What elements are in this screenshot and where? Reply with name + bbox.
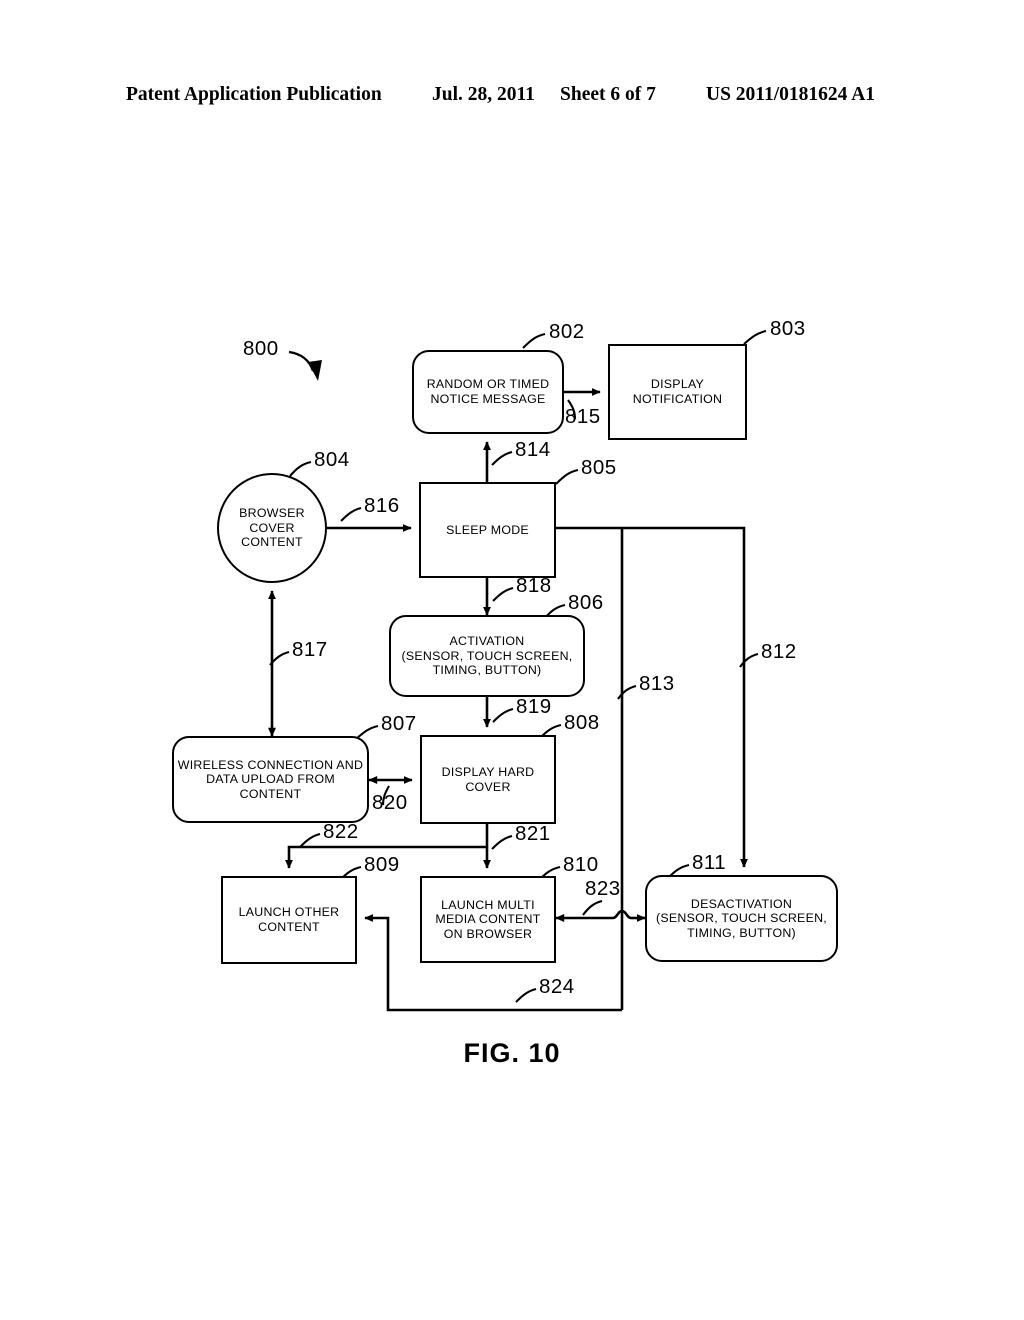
node-sleep-mode[interactable]: SLEEP MODE <box>419 482 556 578</box>
lead-line-805 <box>555 468 579 485</box>
ref-817: 817 <box>292 638 328 661</box>
lead-line-822 <box>299 832 321 848</box>
ref-824: 824 <box>539 975 575 998</box>
node-label: DESACTIVATION (SENSOR, TOUCH SCREEN, TIM… <box>656 896 827 940</box>
ref-803: 803 <box>770 317 806 340</box>
node-launch-multi-media-content-on-browser[interactable]: LAUNCH MULTI MEDIA CONTENT ON BROWSER <box>420 876 556 963</box>
figure-caption: FIG. 10 <box>463 1038 561 1068</box>
node-label: DISPLAY HARD COVER <box>441 764 535 794</box>
node-label: RANDOM OR TIMED NOTICE MESSAGE <box>426 377 550 406</box>
lead-line-819 <box>492 707 514 723</box>
node-label: SLEEP MODE <box>446 522 529 537</box>
ref-811: 811 <box>692 851 727 874</box>
ref-807: 807 <box>381 712 417 735</box>
ref-821: 821 <box>515 822 551 845</box>
ref-822: 822 <box>323 820 359 843</box>
node-activation[interactable]: ACTIVATION (SENSOR, TOUCH SCREEN, TIMING… <box>389 615 585 697</box>
lead-line-802 <box>522 332 546 349</box>
ref-813: 813 <box>639 672 675 695</box>
ref-810: 810 <box>563 853 599 876</box>
lead-line-803 <box>743 329 767 345</box>
ref-814: 814 <box>515 438 551 461</box>
node-wireless-connection-data-upload[interactable]: WIRELESS CONNECTION AND DATA UPLOAD FROM… <box>172 736 369 823</box>
ref-816: 816 <box>364 494 400 517</box>
arrowhead-800 <box>308 360 322 381</box>
node-random-or-timed-notice-message[interactable]: RANDOM OR TIMED NOTICE MESSAGE <box>412 350 564 434</box>
ref-812: 812 <box>761 640 797 663</box>
lead-line-823 <box>582 899 603 916</box>
ref-818: 818 <box>516 574 552 597</box>
node-label: BROWSER COVER CONTENT <box>239 506 305 550</box>
node-launch-other-content[interactable]: LAUNCH OTHER CONTENT <box>221 876 357 964</box>
ref-823: 823 <box>585 877 621 900</box>
node-label: DISPLAY NOTIFICATION <box>632 377 723 406</box>
lead-line-800 <box>288 350 315 372</box>
ref-819: 819 <box>516 695 552 718</box>
ref-804: 804 <box>314 448 350 471</box>
node-label: LAUNCH MULTI MEDIA CONTENT ON BROWSER <box>435 897 541 941</box>
ref-820: 820 <box>372 791 408 814</box>
node-browser-cover-content[interactable]: BROWSER COVER CONTENT <box>217 473 327 583</box>
patent-figure: RANDOM OR TIMED NOTICE MESSAGE DISPLAY N… <box>0 0 1024 1320</box>
ref-806: 806 <box>568 591 604 614</box>
node-display-notification[interactable]: DISPLAY NOTIFICATION <box>608 344 747 440</box>
ref-815: 815 <box>565 405 601 428</box>
lead-line-814 <box>491 450 513 466</box>
ref-805: 805 <box>581 456 617 479</box>
lead-line-804 <box>289 460 312 477</box>
lead-line-824 <box>515 987 537 1003</box>
ref-808: 808 <box>564 711 600 734</box>
lead-line-818 <box>492 586 514 602</box>
lead-line-821 <box>491 834 513 850</box>
lead-line-816 <box>340 506 362 522</box>
ref-802: 802 <box>549 320 585 343</box>
node-label: LAUNCH OTHER CONTENT <box>238 905 340 934</box>
node-label: WIRELESS CONNECTION AND DATA UPLOAD FROM… <box>177 757 364 801</box>
node-desactivation[interactable]: DESACTIVATION (SENSOR, TOUCH SCREEN, TIM… <box>645 875 838 962</box>
node-label: ACTIVATION (SENSOR, TOUCH SCREEN, TIMING… <box>401 634 573 678</box>
ref-800: 800 <box>243 337 279 360</box>
node-display-hard-cover[interactable]: DISPLAY HARD COVER <box>420 735 556 824</box>
connector-812 <box>556 526 748 868</box>
ref-809: 809 <box>364 853 400 876</box>
